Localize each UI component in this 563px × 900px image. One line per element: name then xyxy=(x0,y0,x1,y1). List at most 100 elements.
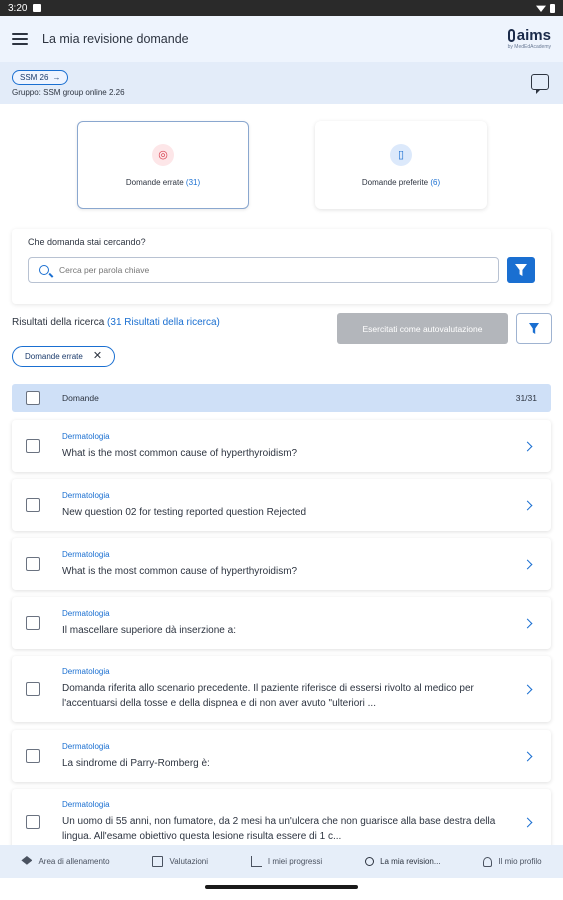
select-all-checkbox[interactable] xyxy=(26,391,40,405)
chevron-right-icon xyxy=(522,684,533,694)
question-category: Dermatologia xyxy=(62,667,110,676)
results-count: (31 Risultati della ricerca) xyxy=(107,317,220,328)
logo-mark-icon xyxy=(507,29,515,42)
nav-label: Valutazioni xyxy=(169,857,209,866)
self-evaluation-button[interactable]: Esercitati come autovalutazione xyxy=(337,313,508,344)
favorite-questions-label: Domande preferite (6) xyxy=(362,178,440,187)
question-row[interactable]: Dermatologia La sindrome di Parry-Romber… xyxy=(12,730,551,782)
wrong-questions-label: Domande errate (31) xyxy=(126,178,200,187)
chevron-right-icon xyxy=(522,817,533,827)
battery-icon xyxy=(550,3,555,13)
search-panel: Che domanda stai cercando? xyxy=(12,229,551,304)
bottom-navigation: Area di allenamento Valutazioni I miei p… xyxy=(0,845,563,878)
home-gesture-bar[interactable] xyxy=(205,885,358,889)
system-navigation-bar xyxy=(0,878,563,900)
search-icon xyxy=(39,265,49,275)
filter-icon xyxy=(529,323,539,334)
course-header: SSM 26 → Gruppo: SSM group online 2.26 xyxy=(0,62,563,104)
arrow-right-icon: → xyxy=(52,73,61,82)
results-title: Risultati della ricerca (31 Risultati de… xyxy=(12,317,220,328)
notification-icon xyxy=(33,4,42,12)
results-label: Risultati della ricerca xyxy=(12,317,105,328)
active-filter-chip[interactable]: Domande errate ✕ xyxy=(12,346,116,367)
question-row[interactable]: Dermatologia Il mascellare superiore dà … xyxy=(12,597,551,649)
question-text: What is the most common cause of hyperth… xyxy=(62,447,298,459)
search-filter-button[interactable] xyxy=(507,257,535,283)
question-category: Dermatologia xyxy=(62,741,110,751)
card-label: Domande errate xyxy=(125,177,184,187)
status-bar: 3:20 xyxy=(0,0,563,16)
question-checkbox[interactable] xyxy=(26,749,40,763)
question-checkbox[interactable] xyxy=(26,616,40,630)
filter-chip-label: Domande errate xyxy=(25,352,83,361)
card-count: (31) xyxy=(185,177,201,187)
target-icon: ◎ xyxy=(152,143,174,166)
nav-my-review[interactable]: La mia revision... xyxy=(365,857,441,866)
question-checkbox[interactable] xyxy=(26,498,40,512)
book-icon xyxy=(152,856,164,867)
card-label: Domande preferite xyxy=(361,177,429,187)
list-header-label: Domande xyxy=(62,393,99,403)
nav-label: Il mio profilo xyxy=(498,857,542,866)
results-filter-button[interactable] xyxy=(516,313,552,344)
question-checkbox[interactable] xyxy=(26,439,40,453)
question-row[interactable]: Dermatologia What is the most common cau… xyxy=(12,538,551,590)
chevron-right-icon xyxy=(522,500,533,510)
question-category: Dermatologia xyxy=(62,490,110,500)
question-text: La sindrome di Parry-Romberg è: xyxy=(62,757,210,769)
question-category: Dermatologia xyxy=(62,431,110,441)
course-chip[interactable]: SSM 26 → xyxy=(12,70,69,85)
list-header: Domande 31/31 xyxy=(12,384,551,412)
nav-label: I miei progressi xyxy=(267,857,323,866)
nav-label: La mia revision... xyxy=(380,857,441,866)
logo-subtitle: by MedEdAcademy xyxy=(507,44,551,50)
nav-label: Area di allenamento xyxy=(38,857,110,866)
app-logo: aims by MedEdAcademy xyxy=(508,28,551,50)
nav-evaluations[interactable]: Valutazioni xyxy=(152,856,208,867)
search-field[interactable] xyxy=(28,257,499,283)
menu-icon[interactable] xyxy=(12,33,28,45)
course-chip-label: SSM 26 xyxy=(20,73,49,82)
graduation-cap-icon xyxy=(21,856,33,865)
question-checkbox[interactable] xyxy=(26,815,40,829)
question-category: Dermatologia xyxy=(62,608,110,618)
question-text: Il mascellare superiore dà inserzione a: xyxy=(62,624,236,636)
question-row[interactable]: Dermatologia Domanda riferita allo scena… xyxy=(12,656,551,722)
question-row[interactable]: Dermatologia What is the most common cau… xyxy=(12,420,551,472)
chevron-right-icon xyxy=(522,751,533,761)
user-icon xyxy=(483,856,493,867)
close-icon[interactable]: ✕ xyxy=(93,351,102,362)
chat-icon[interactable] xyxy=(531,74,549,94)
group-label: Gruppo: SSM group online 2.26 xyxy=(12,88,125,97)
wifi-icon xyxy=(536,5,546,12)
question-text: Domanda riferita allo scenario precedent… xyxy=(62,683,474,709)
search-icon xyxy=(365,857,375,866)
bookmark-icon: ▯ xyxy=(390,143,412,166)
question-text: New question 02 for testing reported que… xyxy=(62,506,307,518)
question-category: Dermatologia xyxy=(62,800,110,809)
search-input[interactable] xyxy=(59,265,488,275)
search-label: Che domanda stai cercando? xyxy=(28,237,146,247)
question-checkbox[interactable] xyxy=(26,557,40,571)
chevron-right-icon xyxy=(522,441,533,451)
nav-training-area[interactable]: Area di allenamento xyxy=(21,856,110,867)
page-title: La mia revisione domande xyxy=(42,32,189,46)
chevron-right-icon xyxy=(522,559,533,569)
question-row[interactable]: Dermatologia New question 02 for testing… xyxy=(12,479,551,531)
card-count: (6) xyxy=(430,177,441,187)
chevron-right-icon xyxy=(522,618,533,628)
nav-profile[interactable]: Il mio profilo xyxy=(483,856,542,867)
logo-text: aims xyxy=(516,27,551,44)
nav-progress[interactable]: I miei progressi xyxy=(250,856,323,867)
question-category: Dermatologia xyxy=(62,549,110,559)
wrong-questions-card[interactable]: ◎ Domande errate (31) xyxy=(77,121,249,209)
chart-icon xyxy=(250,856,262,867)
question-text: What is the most common cause of hyperth… xyxy=(62,565,298,577)
question-text: Un uomo di 55 anni, non fumatore, da 2 m… xyxy=(62,816,496,842)
list-header-count: 31/31 xyxy=(515,393,537,403)
filter-icon xyxy=(515,264,527,276)
app-bar: La mia revisione domande aims by MedEdAc… xyxy=(0,16,563,62)
favorite-questions-card[interactable]: ▯ Domande preferite (6) xyxy=(315,121,487,209)
question-checkbox[interactable] xyxy=(26,682,40,696)
status-time: 3:20 xyxy=(8,2,28,14)
